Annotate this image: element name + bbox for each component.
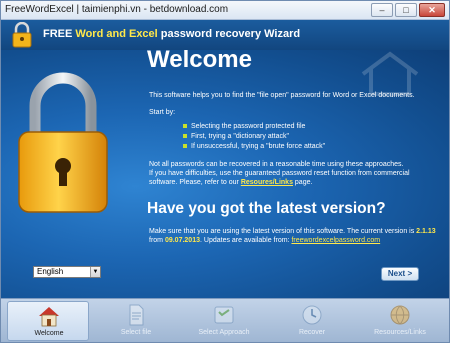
version-number: 2.1.13 — [416, 228, 436, 235]
welcome-heading: Welcome — [147, 50, 252, 73]
padlock-icon — [18, 72, 108, 213]
nav-item-select-file[interactable]: Select file — [95, 301, 177, 341]
resources-link[interactable]: Resoures/Links — [241, 179, 293, 186]
note-line-3: software. Please, refer to our Resoures/… — [149, 179, 313, 186]
links-icon — [390, 305, 410, 325]
nav-label: Resources/Links — [374, 329, 426, 336]
steps-list: Selecting the password protected file Fi… — [183, 122, 325, 152]
next-button[interactable]: Next > — [381, 267, 419, 281]
version-line-2: from 09.07.2013. Updates are available f… — [149, 237, 381, 244]
list-item: Selecting the password protected file — [183, 122, 325, 132]
start-by-label: Start by: — [149, 109, 176, 116]
intro-text: This software helps you to find the "fil… — [149, 92, 415, 99]
house-watermark-icon — [361, 51, 419, 96]
nav-label: Welcome — [34, 330, 64, 337]
wizard-title: FREE Word and Excel password recovery Wi… — [43, 28, 301, 40]
chevron-down-icon[interactable]: ▼ — [90, 267, 100, 277]
note-line-2: If you have difficulties, use the guaran… — [149, 170, 410, 177]
title-bar[interactable]: FreeWordExcel | taimienphi.vn - betdownl… — [1, 1, 449, 20]
version-date: 09.07.2013 — [164, 237, 200, 244]
minimize-button[interactable]: – — [371, 3, 393, 17]
version-line-1: Make sure that you are using the latest … — [149, 228, 436, 235]
language-select[interactable]: English ▼ — [33, 266, 101, 278]
arrow-right-icon: > — [407, 269, 413, 278]
recover-icon — [302, 305, 322, 325]
close-button[interactable]: ✕ — [419, 3, 445, 17]
wizard-header: FREE Word and Excel password recovery Wi… — [1, 20, 449, 50]
lock-icon — [12, 22, 32, 48]
window-title: FreeWordExcel | taimienphi.vn - betdownl… — [5, 4, 229, 15]
house-icon — [39, 307, 59, 327]
nav-item-recover[interactable]: Recover — [271, 301, 353, 341]
nav-label: Select Approach — [198, 329, 250, 336]
file-icon — [129, 304, 144, 326]
nav-item-resources[interactable]: Resources/Links — [359, 301, 441, 341]
maximize-button[interactable]: □ — [395, 3, 417, 17]
nav-label: Select file — [120, 329, 152, 336]
wizard-nav-bar: Welcome Select file Select Approach Reco… — [1, 298, 449, 342]
language-value: English — [37, 267, 64, 276]
nav-item-welcome[interactable]: Welcome — [7, 301, 89, 341]
latest-version-heading: Have you got the latest version? — [147, 200, 386, 217]
update-link[interactable]: freewordexcelpassword.com — [291, 237, 380, 244]
app-window: FreeWordExcel | taimienphi.vn - betdownl… — [0, 0, 450, 343]
list-item: First, trying a "dictionary attack" — [183, 132, 325, 142]
wizard-body: Welcome This software helps you to find … — [1, 50, 449, 298]
note-line-1: Not all passwords can be recovered in a … — [149, 161, 404, 168]
list-item: If unsuccessful, trying a "brute force a… — [183, 142, 325, 152]
nav-item-select-approach[interactable]: Select Approach — [183, 301, 265, 341]
approach-icon — [214, 306, 234, 324]
nav-label: Recover — [298, 329, 326, 336]
